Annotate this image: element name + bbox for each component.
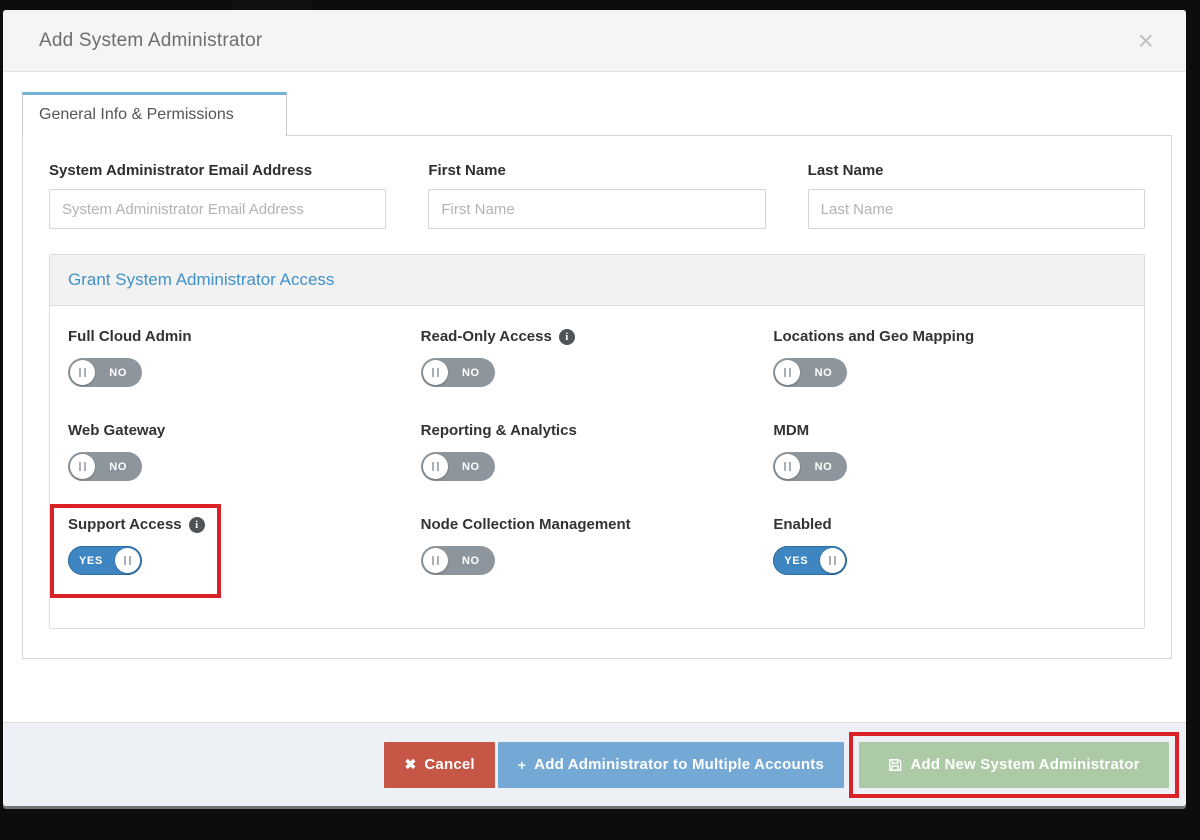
tab-bar: General Info & Permissions: [22, 92, 1172, 136]
toggle-knob: [422, 548, 448, 573]
mdm-toggle[interactable]: NO: [773, 452, 848, 481]
enabled-toggle[interactable]: YES: [773, 546, 848, 575]
permission-label: Web Gateway: [68, 422, 166, 439]
info-icon[interactable]: i: [558, 328, 575, 345]
permission-label: Read-Only Access: [420, 328, 552, 345]
permission-enabled: Enabled YES: [773, 516, 1126, 598]
dialog-title: Add System Administrator: [39, 29, 263, 51]
node-collection-management-toggle[interactable]: NO: [420, 546, 495, 575]
toggle-knob: [820, 548, 846, 573]
fields-row: System Administrator Email Address First…: [49, 162, 1145, 229]
toggle-knob: [115, 548, 140, 573]
last-name-input[interactable]: [807, 189, 1145, 229]
full-cloud-admin-toggle[interactable]: NO: [68, 358, 142, 387]
add-administrator-multiple-accounts-button[interactable]: + Add Administrator to Multiple Accounts: [497, 741, 844, 788]
permission-read-only-access: Read-Only Access i NO: [420, 328, 774, 394]
permission-locations-geo-mapping: Locations and Geo Mapping NO: [773, 328, 1126, 394]
toggle-knob: [70, 454, 95, 479]
permission-full-cloud-admin: Full Cloud Admin NO: [68, 328, 421, 394]
permission-label: Node Collection Management: [420, 516, 631, 533]
support-access-toggle[interactable]: YES: [68, 546, 142, 575]
toggle-knob: [70, 360, 95, 385]
first-name-input[interactable]: [428, 189, 766, 229]
tab-panel: System Administrator Email Address First…: [22, 135, 1172, 659]
toggle-knob: [422, 360, 448, 385]
permissions-section-title: Grant System Administrator Access: [50, 255, 1144, 306]
tab-general-info-permissions[interactable]: General Info & Permissions: [22, 92, 287, 136]
permission-reporting-analytics: Reporting & Analytics NO: [420, 422, 774, 488]
permission-node-collection-management: Node Collection Management NO: [420, 516, 774, 598]
cancel-button[interactable]: ✖ Cancel: [384, 741, 495, 788]
highlight-box-support-access: Support Access i YES: [50, 504, 221, 598]
permission-mdm: MDM NO: [773, 422, 1126, 488]
permission-label: Locations and Geo Mapping: [773, 328, 975, 345]
permission-label: Full Cloud Admin: [68, 328, 192, 345]
toggle-knob: [775, 454, 801, 479]
permission-label: Enabled: [773, 516, 832, 533]
dialog-footer: ✖ Cancel + Add Administrator to Multiple…: [3, 722, 1186, 806]
info-icon[interactable]: i: [188, 516, 205, 533]
permission-web-gateway: Web Gateway NO: [68, 422, 421, 488]
plus-icon: +: [517, 756, 527, 773]
save-icon: [888, 758, 902, 772]
close-icon[interactable]: ×: [1138, 26, 1154, 55]
first-name-field-group: First Name: [428, 162, 766, 229]
permission-label: Support Access: [68, 516, 182, 533]
permission-label: MDM: [773, 422, 810, 439]
last-name-label: Last Name: [807, 162, 884, 179]
add-new-system-administrator-button[interactable]: Add New System Administrator: [859, 741, 1169, 788]
add-system-administrator-dialog: Add System Administrator × General Info …: [3, 10, 1186, 806]
toggle-knob: [775, 360, 801, 385]
permissions-grid: Full Cloud Admin NO Read-Only Access i NO…: [50, 306, 1144, 628]
web-gateway-toggle[interactable]: NO: [68, 452, 142, 481]
permissions-panel: Grant System Administrator Access Full C…: [49, 254, 1145, 629]
email-label: System Administrator Email Address: [49, 162, 313, 179]
reporting-analytics-toggle[interactable]: NO: [420, 452, 495, 481]
email-input[interactable]: [49, 189, 387, 229]
first-name-label: First Name: [428, 162, 506, 179]
last-name-field-group: Last Name: [807, 162, 1145, 229]
highlight-box-save-button: Add New System Administrator: [849, 731, 1179, 798]
locations-geo-mapping-toggle[interactable]: NO: [773, 358, 848, 387]
read-only-access-toggle[interactable]: NO: [420, 358, 495, 387]
toggle-knob: [422, 454, 448, 479]
permission-support-access: Support Access i YES: [50, 504, 421, 598]
email-field-group: System Administrator Email Address: [49, 162, 387, 229]
permission-label: Reporting & Analytics: [420, 422, 577, 439]
dialog-body: General Info & Permissions System Admini…: [3, 72, 1186, 722]
x-icon: ✖: [404, 756, 417, 772]
dialog-header: Add System Administrator ×: [3, 10, 1186, 72]
